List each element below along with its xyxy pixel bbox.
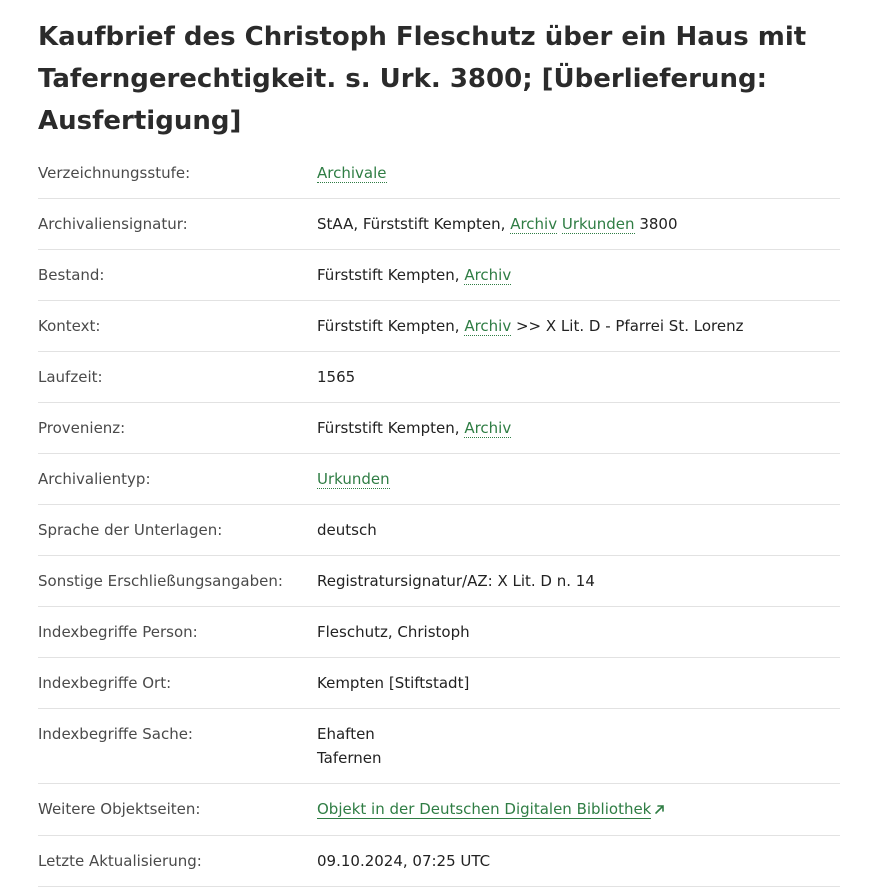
signatur-prefix: StAA, Fürststift Kempten,: [317, 215, 511, 233]
row-value: Objekt in der Deutschen Digitalen Biblio…: [317, 784, 840, 835]
kontext-suffix: >> X Lit. D - Pfarrei St. Lorenz: [511, 317, 744, 335]
row-label: Verzeichnungsstufe:: [38, 164, 191, 182]
row-sonstige-erschliessungsangaben: Sonstige Erschließungsangaben: Registrat…: [38, 556, 840, 607]
row-letzte-aktualisierung: Letzte Aktualisierung: 09.10.2024, 07:25…: [38, 836, 840, 887]
row-value: Kempten [Stiftstadt]: [317, 674, 470, 692]
row-label: Letzte Aktualisierung:: [38, 852, 202, 870]
row-value: Registratursignatur/AZ: X Lit. D n. 14: [317, 572, 595, 590]
index-term: Tafernen: [317, 749, 382, 767]
provenienz-prefix: Fürststift Kempten,: [317, 419, 465, 437]
row-value: Archivale: [317, 148, 840, 198]
row-label: Sonstige Erschließungsangaben:: [38, 572, 283, 590]
external-link-icon[interactable]: [654, 798, 665, 822]
row-label: Bestand:: [38, 266, 105, 284]
row-laufzeit: Laufzeit: 1565: [38, 352, 840, 403]
row-indexbegriffe-person: Indexbegriffe Person: Fleschutz, Christo…: [38, 607, 840, 658]
row-bestand: Bestand: Fürststift Kempten, Archiv: [38, 250, 840, 301]
row-provenienz: Provenienz: Fürststift Kempten, Archiv: [38, 403, 840, 454]
archiv-link[interactable]: Archiv: [510, 215, 558, 234]
row-label: Kontext:: [38, 317, 101, 335]
row-label: Indexbegriffe Sache:: [38, 725, 193, 743]
row-label: Sprache der Unterlagen:: [38, 521, 223, 539]
row-label: Indexbegriffe Ort:: [38, 674, 172, 692]
kontext-prefix: Fürststift Kempten,: [317, 317, 465, 335]
row-value: StAA, Fürststift Kempten, Archiv Urkunde…: [317, 199, 840, 249]
row-indexbegriffe-ort: Indexbegriffe Ort: Kempten [Stiftstadt]: [38, 658, 840, 709]
row-value: Fürststift Kempten, Archiv: [317, 250, 840, 300]
row-label: Archivaliensignatur:: [38, 215, 188, 233]
signatur-suffix: 3800: [634, 215, 678, 233]
urkunden-link[interactable]: Urkunden: [317, 470, 390, 489]
row-label: Weitere Objektseiten:: [38, 800, 201, 818]
row-value: deutsch: [317, 521, 377, 539]
index-term: Ehaften: [317, 725, 375, 743]
metadata-list: Verzeichnungsstufe: Archivale Archivalie…: [38, 148, 840, 887]
archiv-link[interactable]: Archiv: [464, 419, 512, 438]
row-value: 09.10.2024, 07:25 UTC: [317, 852, 491, 870]
archiv-link[interactable]: Archiv: [464, 317, 512, 336]
archiv-link[interactable]: Archiv: [464, 266, 512, 285]
row-value: Fürststift Kempten, Archiv: [317, 403, 840, 453]
row-indexbegriffe-sache: Indexbegriffe Sache: Ehaften Tafernen: [38, 709, 840, 784]
archivale-link[interactable]: Archivale: [317, 164, 387, 183]
row-weitere-objektseiten: Weitere Objektseiten: Objekt in der Deut…: [38, 784, 840, 836]
ddb-object-link[interactable]: Objekt in der Deutschen Digitalen Biblio…: [317, 800, 652, 819]
row-sprache: Sprache der Unterlagen: deutsch: [38, 505, 840, 556]
page-title: Kaufbrief des Christoph Fleschutz über e…: [38, 22, 807, 136]
row-label: Indexbegriffe Person:: [38, 623, 198, 641]
row-verzeichnungsstufe: Verzeichnungsstufe: Archivale: [38, 148, 840, 199]
bestand-prefix: Fürststift Kempten,: [317, 266, 465, 284]
row-label: Laufzeit:: [38, 368, 103, 386]
row-kontext: Kontext: Fürststift Kempten, Archiv >> X…: [38, 301, 840, 352]
row-label: Provenienz:: [38, 419, 126, 437]
urkunden-link[interactable]: Urkunden: [561, 215, 635, 234]
row-archivaliensignatur: Archivaliensignatur: StAA, Fürststift Ke…: [38, 199, 840, 250]
row-value: Urkunden: [317, 454, 840, 504]
row-value: Fürststift Kempten, Archiv >> X Lit. D -…: [317, 301, 840, 351]
row-archivalientyp: Archivalientyp: Urkunden: [38, 454, 840, 505]
row-value: Fleschutz, Christoph: [317, 623, 470, 641]
row-value: Ehaften Tafernen: [317, 709, 840, 783]
record-page: Kaufbrief des Christoph Fleschutz über e…: [0, 0, 881, 887]
row-label: Archivalientyp:: [38, 470, 151, 488]
row-value: 1565: [317, 368, 356, 386]
